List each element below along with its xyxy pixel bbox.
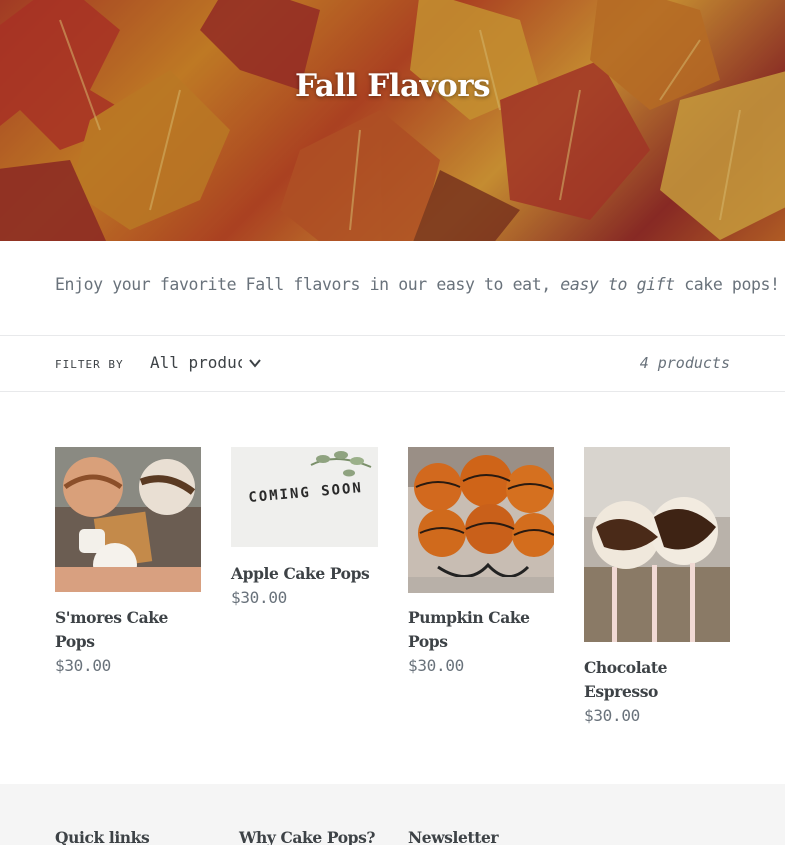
description-text: Enjoy your favorite Fall flavors in our … bbox=[55, 275, 561, 294]
product-price: $30.00 bbox=[231, 588, 287, 607]
collection-description: Enjoy your favorite Fall flavors in our … bbox=[55, 275, 780, 294]
description-emphasis: easy to gift bbox=[560, 275, 675, 294]
product-card[interactable]: Pumpkin Cake Pops $30.00 bbox=[408, 447, 554, 678]
description-text-end: cake pops! bbox=[674, 275, 780, 294]
product-image-apple[interactable]: COMING SOON bbox=[231, 447, 378, 547]
filter-bar: FILTER BY All products 4 products bbox=[0, 335, 785, 392]
filter-selected-value: All products bbox=[150, 353, 242, 372]
product-price: $30.00 bbox=[584, 706, 640, 725]
product-title[interactable]: Apple Cake Pops bbox=[231, 562, 378, 586]
filter-label: FILTER BY bbox=[55, 358, 124, 371]
product-price: $30.00 bbox=[408, 656, 464, 675]
product-card[interactable]: Chocolate Espresso $30.00 bbox=[584, 447, 730, 728]
product-title[interactable]: S'mores Cake Pops bbox=[55, 606, 201, 654]
product-title[interactable]: Pumpkin Cake Pops bbox=[408, 606, 554, 654]
footer-heading-quick-links: Quick links bbox=[55, 828, 150, 845]
chevron-down-icon bbox=[249, 359, 261, 368]
collection-hero: Fall Flavors bbox=[0, 0, 785, 241]
autumn-leaves-image bbox=[0, 0, 785, 241]
site-footer: Quick links Why Cake Pops? Newsletter bbox=[0, 784, 785, 845]
product-image-chocolate-espresso[interactable] bbox=[584, 447, 730, 642]
product-title[interactable]: Chocolate Espresso bbox=[584, 656, 730, 704]
product-card[interactable]: COMING SOON Apple Cake Pops $30.00 bbox=[231, 447, 378, 610]
collection-title: Fall Flavors bbox=[294, 68, 491, 104]
product-image-pumpkin[interactable] bbox=[408, 447, 554, 593]
footer-heading-why-cake-pops: Why Cake Pops? bbox=[239, 828, 376, 845]
footer-heading-newsletter: Newsletter bbox=[408, 828, 499, 845]
product-price: $30.00 bbox=[55, 656, 111, 675]
product-card[interactable]: S'mores Cake Pops $30.00 bbox=[55, 447, 201, 678]
filter-select[interactable]: All products bbox=[150, 350, 270, 378]
product-count: 4 products bbox=[639, 354, 730, 372]
product-image-smores[interactable] bbox=[55, 447, 201, 592]
